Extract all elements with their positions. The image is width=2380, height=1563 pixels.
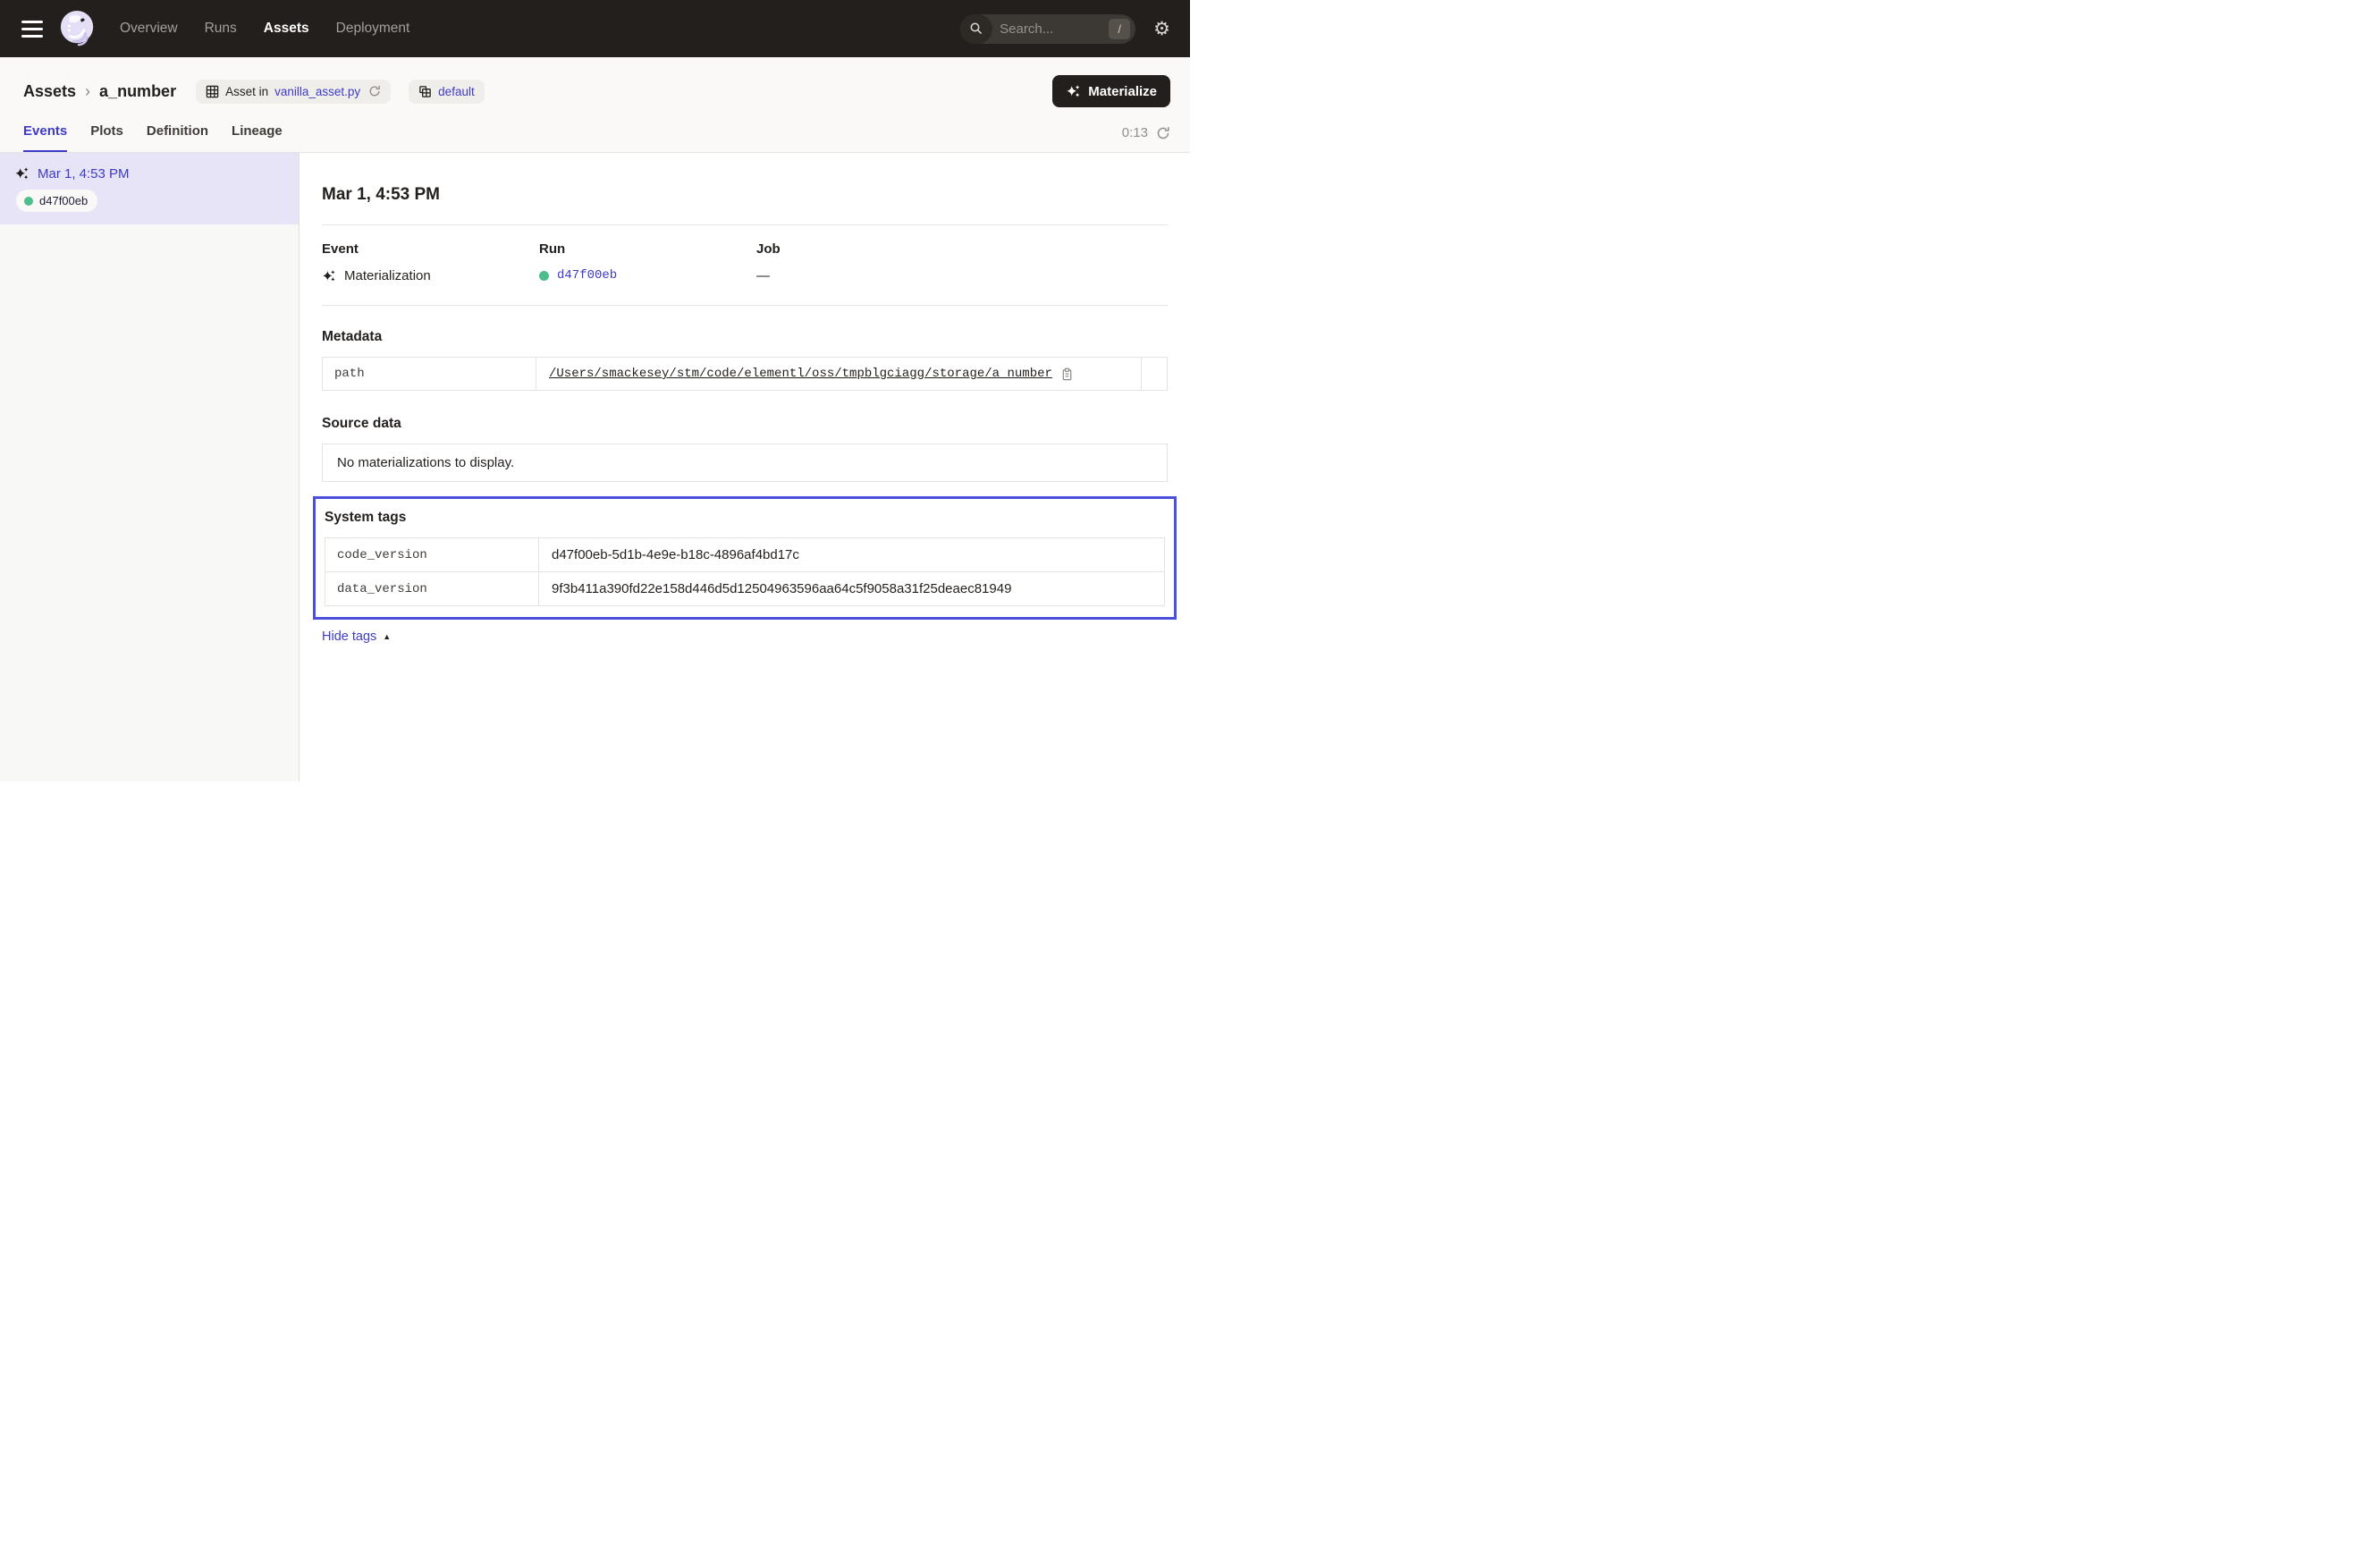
run-status-dot: [539, 271, 549, 281]
asset-definition-badge[interactable]: Asset in vanilla_asset.py: [196, 80, 391, 104]
copy-icon[interactable]: [1060, 368, 1074, 381]
refresh-countdown: 0:13: [1122, 125, 1148, 140]
event-title: Mar 1, 4:53 PM: [322, 185, 1168, 205]
tab-events[interactable]: Events: [23, 123, 67, 152]
event-type-value: Materialization: [344, 268, 431, 283]
refresh-icon[interactable]: [1156, 126, 1170, 140]
breadcrumb-asset-name: a_number: [99, 82, 176, 101]
asset-file-link[interactable]: vanilla_asset.py: [274, 85, 360, 98]
app-window: Overview Runs Assets Deployment / ⚙ Asse…: [0, 0, 1190, 782]
reload-icon[interactable]: [368, 85, 381, 97]
content-area: Mar 1, 4:53 PM d47f00eb Mar 1, 4:53 PM E…: [0, 153, 1190, 782]
search-box[interactable]: /: [960, 14, 1135, 44]
run-label: Run: [539, 241, 756, 257]
caret-up-icon: ▲: [383, 633, 391, 641]
job-label: Job: [756, 241, 1168, 257]
metadata-table: path /Users/smackesey/stm/code/elementl/…: [322, 357, 1168, 391]
system-tags-table: code_version d47f00eb-5d1b-4e9e-b18c-489…: [325, 537, 1165, 606]
tab-definition[interactable]: Definition: [147, 123, 208, 152]
tag-key: data_version: [325, 572, 539, 605]
nav-assets[interactable]: Assets: [264, 21, 309, 37]
event-column: Event Materialization: [322, 241, 539, 283]
repo-icon: [418, 85, 432, 98]
materialization-sparkle-icon: [322, 269, 336, 283]
hide-tags-label: Hide tags: [322, 629, 376, 644]
source-data-heading: Source data: [322, 416, 1168, 432]
breadcrumb-separator: ›: [85, 82, 90, 101]
run-column: Run d47f00eb: [539, 241, 756, 283]
repo-default-link[interactable]: default: [438, 85, 475, 98]
system-tags-heading: System tags: [325, 510, 1165, 526]
breadcrumb-assets-link[interactable]: Assets: [23, 82, 76, 101]
event-detail-panel: Mar 1, 4:53 PM Event Materialization: [300, 153, 1190, 782]
asset-badge-text: Asset in: [225, 85, 268, 98]
job-value: —: [756, 268, 1168, 283]
asset-grid-icon: [206, 85, 219, 98]
nav-deployment[interactable]: Deployment: [336, 21, 410, 37]
tag-value: d47f00eb-5d1b-4e9e-b18c-4896af4bd17c: [552, 547, 799, 562]
nav-overview[interactable]: Overview: [120, 21, 178, 37]
primary-nav: Overview Runs Assets Deployment: [120, 21, 409, 37]
top-nav: Overview Runs Assets Deployment / ⚙: [0, 0, 1190, 57]
metadata-key: path: [323, 358, 536, 390]
breadcrumb: Assets › a_number Asset in vanilla_asset…: [0, 57, 1190, 107]
settings-gear-icon[interactable]: ⚙: [1153, 20, 1170, 38]
tabs: Events Plots Definition Lineage 0:13: [0, 107, 1190, 152]
event-label: Event: [322, 241, 539, 257]
table-row: code_version d47f00eb-5d1b-4e9e-b18c-489…: [325, 538, 1164, 571]
tag-key: code_version: [325, 538, 539, 571]
slash-shortcut-hint: /: [1109, 19, 1130, 39]
run-tag[interactable]: d47f00eb: [16, 190, 97, 212]
system-tags-highlight-box: System tags code_version d47f00eb-5d1b-4…: [313, 496, 1177, 620]
source-data-empty-message: No materializations to display.: [322, 444, 1168, 482]
metadata-action-cell: [1141, 358, 1167, 390]
menu-icon[interactable]: [21, 21, 43, 38]
table-row: data_version 9f3b411a390fd22e158d446d5d1…: [325, 571, 1164, 605]
event-summary: Event Materialization Run: [322, 241, 1168, 283]
page-header: Assets › a_number Asset in vanilla_asset…: [0, 57, 1190, 153]
path-link[interactable]: /Users/smackesey/stm/code/elementl/oss/t…: [549, 367, 1052, 381]
materialization-sparkle-icon: [14, 166, 30, 182]
materialize-sparkle-icon: [1066, 84, 1081, 99]
run-tag-id: d47f00eb: [39, 194, 88, 207]
tab-lineage[interactable]: Lineage: [232, 123, 283, 152]
table-row: path /Users/smackesey/stm/code/elementl/…: [323, 358, 1167, 390]
nav-runs[interactable]: Runs: [205, 21, 237, 37]
job-column: Job —: [756, 241, 1168, 283]
materialize-button[interactable]: Materialize: [1052, 75, 1170, 107]
run-status-dot: [24, 197, 33, 206]
hide-tags-link[interactable]: Hide tags ▲: [322, 629, 391, 644]
run-id-link[interactable]: d47f00eb: [557, 268, 617, 283]
metadata-heading: Metadata: [322, 329, 1168, 345]
event-list-sidebar: Mar 1, 4:53 PM d47f00eb: [0, 153, 300, 782]
dagster-logo-icon[interactable]: [59, 10, 97, 47]
tag-value: 9f3b411a390fd22e158d446d5d12504963596aa6…: [552, 581, 1011, 596]
search-input[interactable]: [992, 21, 1109, 37]
event-timestamp-link[interactable]: Mar 1, 4:53 PM: [38, 166, 130, 182]
search-icon: [960, 14, 992, 44]
tab-plots[interactable]: Plots: [90, 123, 123, 152]
repo-badge[interactable]: default: [409, 80, 485, 104]
event-list-item[interactable]: Mar 1, 4:53 PM d47f00eb: [0, 153, 299, 224]
materialize-label: Materialize: [1088, 84, 1157, 99]
